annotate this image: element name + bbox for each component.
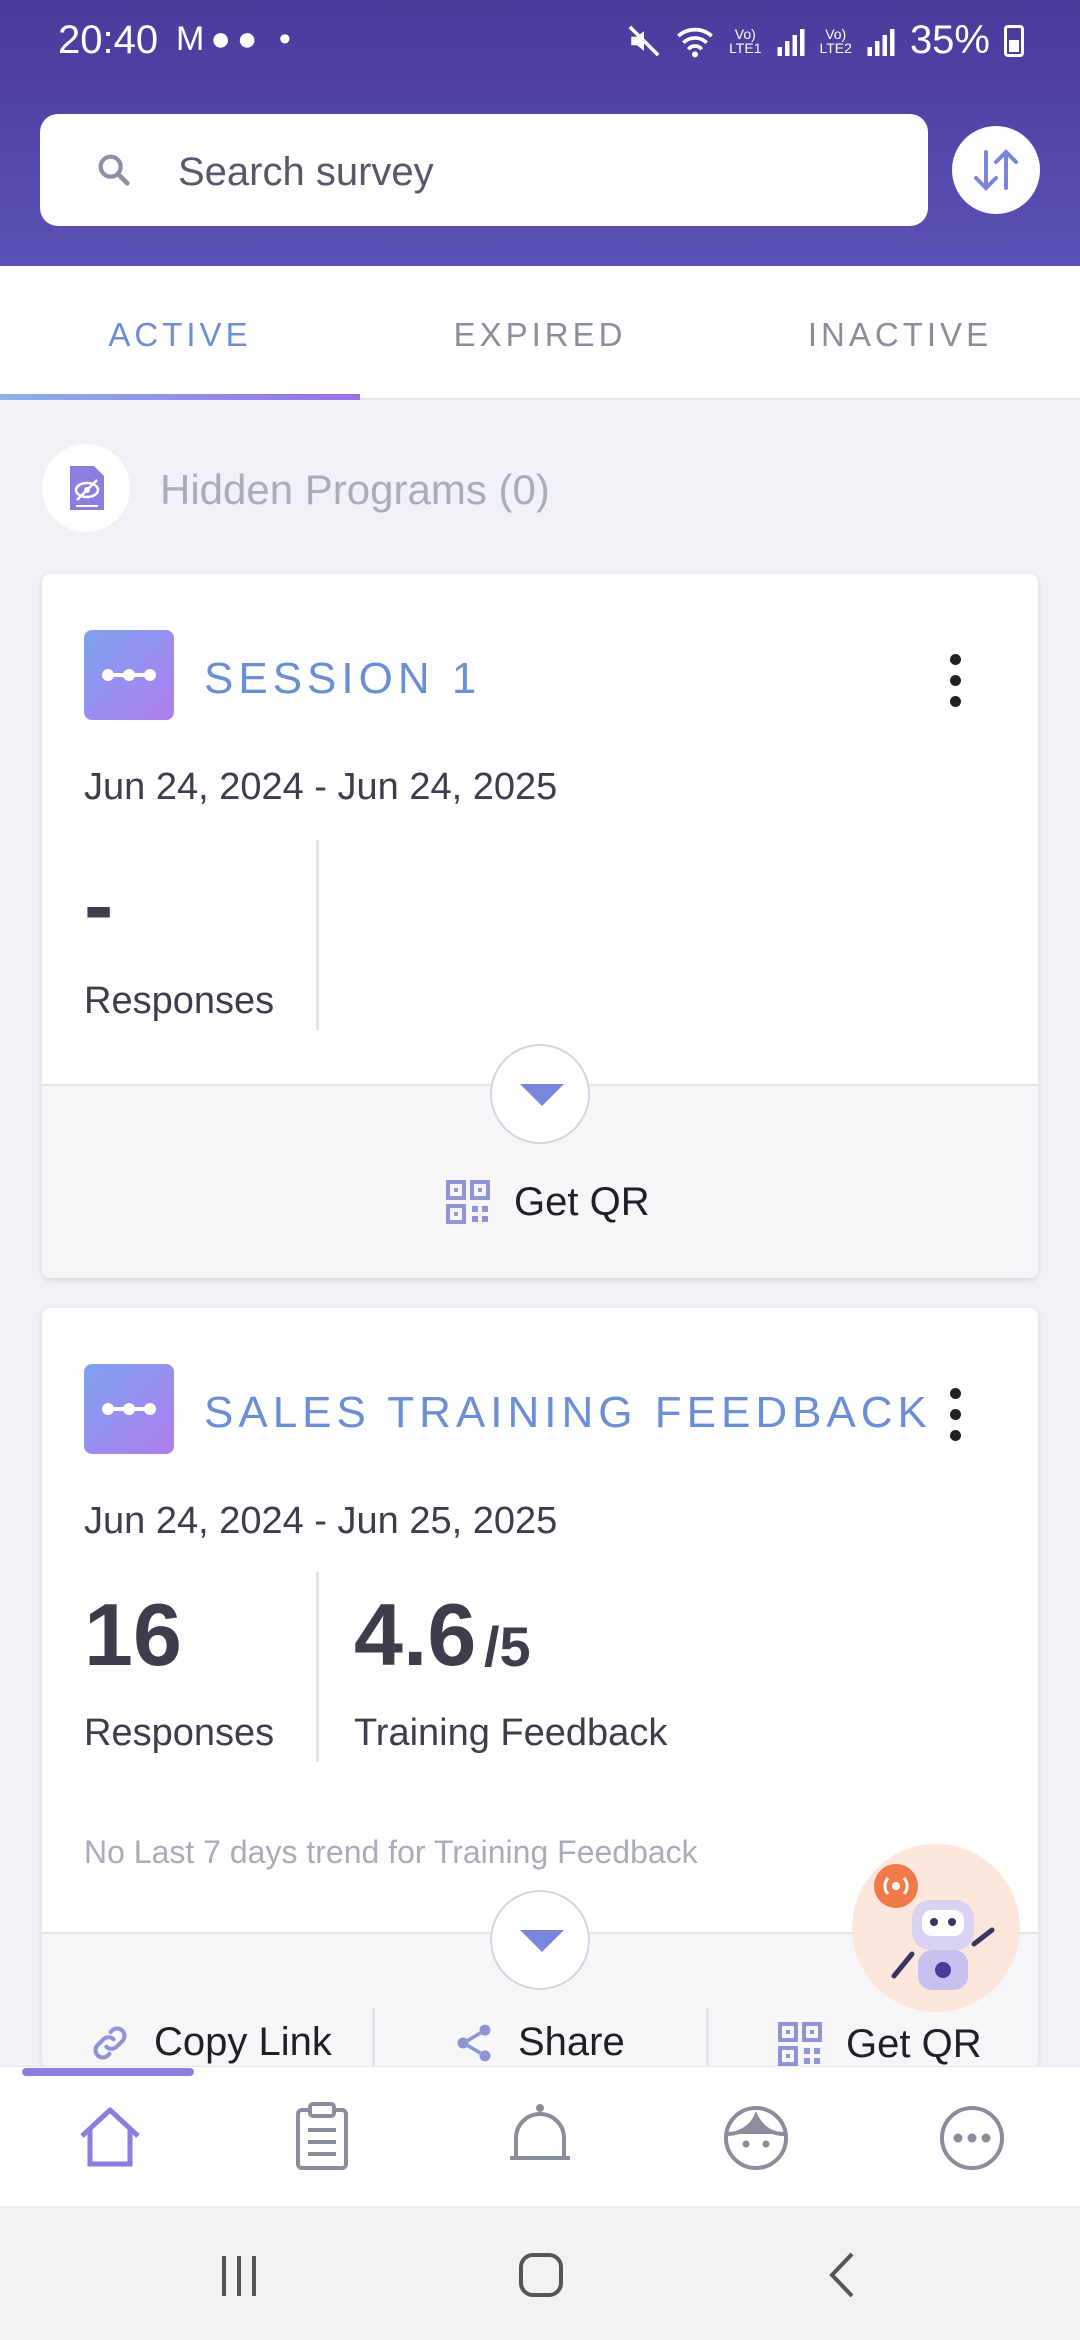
share-button[interactable]: Share (452, 2020, 625, 2065)
responses-label: Responses (84, 1712, 275, 1754)
wifi-icon (677, 27, 713, 57)
share-icon (457, 2024, 491, 2061)
tab-bar: ACTIVE EXPIRED INACTIVE (0, 266, 1080, 400)
get-qr-label: Get QR (846, 2021, 982, 2066)
copy-link-label: Copy Link (154, 2020, 332, 2064)
status-time: 20:40 (58, 18, 159, 62)
more-icon[interactable] (934, 2100, 1010, 2176)
score-label: Training Feedback (354, 1712, 668, 1754)
get-qr-button[interactable]: Get QR (776, 2020, 982, 2068)
score-max: /5 (484, 1615, 531, 1678)
get-qr-button[interactable]: Get QR (444, 1178, 650, 1226)
hidden-programs-label[interactable]: Hidden Programs (0) (160, 466, 550, 514)
action-divider (706, 2008, 709, 2068)
chatbot-button[interactable] (852, 1844, 1020, 2012)
sort-button[interactable] (952, 126, 1040, 214)
home-button-icon[interactable] (516, 2250, 566, 2300)
status-right-icons: Vo) LTE1 Vo) LTE2 35% (627, 18, 1024, 63)
link-icon (93, 2026, 127, 2059)
home-icon[interactable] (72, 2100, 148, 2176)
search-input[interactable]: Search survey (40, 114, 928, 226)
sort-icon (974, 149, 1018, 191)
program-title[interactable]: SESSION 1 (204, 654, 481, 704)
program-dates: Jun 24, 2024 - Jun 25, 2025 (84, 1500, 558, 1542)
more-options-icon[interactable] (950, 654, 962, 707)
program-card[interactable]: SESSION 1 Jun 24, 2024 - Jun 24, 2025 - … (42, 574, 1038, 1278)
clipboard-icon[interactable] (284, 2100, 360, 2176)
notification-icons: M●● • (176, 20, 297, 58)
expand-button[interactable] (490, 1890, 590, 1990)
responses-value: 16 (84, 1585, 182, 1684)
expand-button[interactable] (490, 1044, 590, 1144)
status-bar: 20:40 M●● • Vo) LTE1 Vo) LTE2 35% (0, 0, 1080, 80)
hidden-document-icon (70, 466, 104, 510)
responses-label: Responses (84, 980, 275, 1022)
tab-active[interactable]: ACTIVE (0, 316, 360, 354)
qr-code-icon (778, 2022, 822, 2066)
program-dates: Jun 24, 2024 - Jun 24, 2025 (84, 766, 558, 808)
profile-icon[interactable] (718, 2100, 794, 2176)
lte2-icon: Vo) LTE2 (819, 25, 852, 56)
hidden-programs-button[interactable] (42, 444, 130, 532)
copy-link-button[interactable]: Copy Link (88, 2020, 332, 2065)
responses-value: - (84, 855, 114, 954)
program-logo-icon (84, 1364, 174, 1454)
program-logo-icon (84, 630, 174, 720)
tab-indicator (0, 394, 360, 400)
action-divider (372, 2008, 375, 2068)
recent-apps-icon[interactable] (214, 2250, 264, 2300)
get-qr-label: Get QR (514, 1179, 650, 1224)
qr-code-icon (446, 1180, 490, 1224)
metric-divider (316, 840, 319, 1030)
signal-icon (777, 28, 804, 56)
app-header: 20:40 M●● • Vo) LTE1 Vo) LTE2 35% Search s… (0, 0, 1080, 266)
nav-active-indicator (22, 2068, 194, 2076)
search-icon (98, 154, 130, 186)
battery-percent: 35% (909, 18, 990, 62)
bell-icon[interactable] (502, 2100, 578, 2176)
trend-note: No Last 7 days trend for Training Feedba… (84, 1834, 698, 1870)
metric-divider (316, 1572, 319, 1762)
signal-icon-2 (867, 28, 895, 56)
more-options-icon[interactable] (950, 1388, 962, 1441)
battery-icon (1004, 24, 1024, 57)
share-label: Share (518, 2020, 625, 2064)
mute-icon (628, 25, 660, 56)
program-title[interactable]: SALES TRAINING FEEDBACK (204, 1388, 932, 1438)
tab-inactive[interactable]: INACTIVE (720, 316, 1080, 354)
score-value: 4.6 (354, 1585, 477, 1684)
search-placeholder: Search survey (178, 150, 434, 194)
lte1-icon: Vo) LTE1 (729, 25, 762, 56)
robot-icon (874, 1864, 995, 1990)
tab-expired[interactable]: EXPIRED (360, 316, 720, 354)
back-icon[interactable] (818, 2250, 868, 2300)
